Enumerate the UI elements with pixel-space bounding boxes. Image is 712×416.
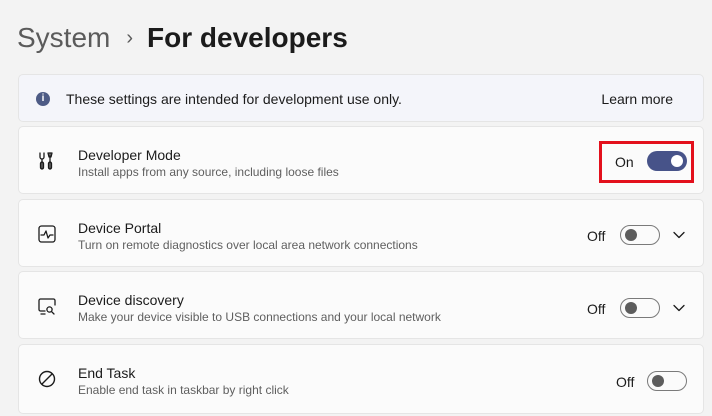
toggle-knob [652,375,664,387]
learn-more-link[interactable]: Learn more [601,91,673,107]
setting-device-portal: Device Portal Turn on remote diagnostics… [18,199,704,267]
end-task-title: End Task [78,365,136,381]
end-task-icon [38,370,56,388]
chevron-down-icon[interactable] [672,228,686,242]
page-title: For developers [147,22,348,53]
device-portal-description: Turn on remote diagnostics over local ar… [78,238,418,252]
setting-end-task: End Task Enable end task in taskbar by r… [18,344,704,414]
device-discovery-description: Make your device visible to USB connecti… [78,310,441,324]
chevron-right-icon: › [126,26,134,49]
device-discovery-icon [38,298,56,315]
developer-mode-description: Install apps from any source, including … [78,165,339,179]
end-task-description: Enable end task in taskbar by right clic… [78,383,289,397]
info-banner-text: These settings are intended for developm… [66,91,402,107]
device-portal-toggle[interactable] [620,225,660,245]
end-task-state: Off [616,374,635,390]
device-discovery-state: Off [587,301,606,317]
info-banner: i These settings are intended for develo… [18,74,704,122]
breadcrumb-system-link[interactable]: System [17,22,110,54]
device-portal-state: Off [587,228,606,244]
device-discovery-title: Device discovery [78,292,184,308]
device-portal-title: Device Portal [78,220,162,236]
breadcrumb: System › For developers [17,18,348,58]
toggle-knob [625,229,637,241]
info-icon: i [36,92,50,106]
end-task-toggle[interactable] [647,371,687,391]
device-portal-icon [38,225,56,243]
highlight-box [599,141,694,183]
device-discovery-toggle[interactable] [620,298,660,318]
toggle-knob [625,302,637,314]
developer-mode-title: Developer Mode [78,147,181,163]
setting-device-discovery: Device discovery Make your device visibl… [18,271,704,339]
developer-tools-icon [39,152,53,170]
chevron-down-icon[interactable] [672,301,686,315]
